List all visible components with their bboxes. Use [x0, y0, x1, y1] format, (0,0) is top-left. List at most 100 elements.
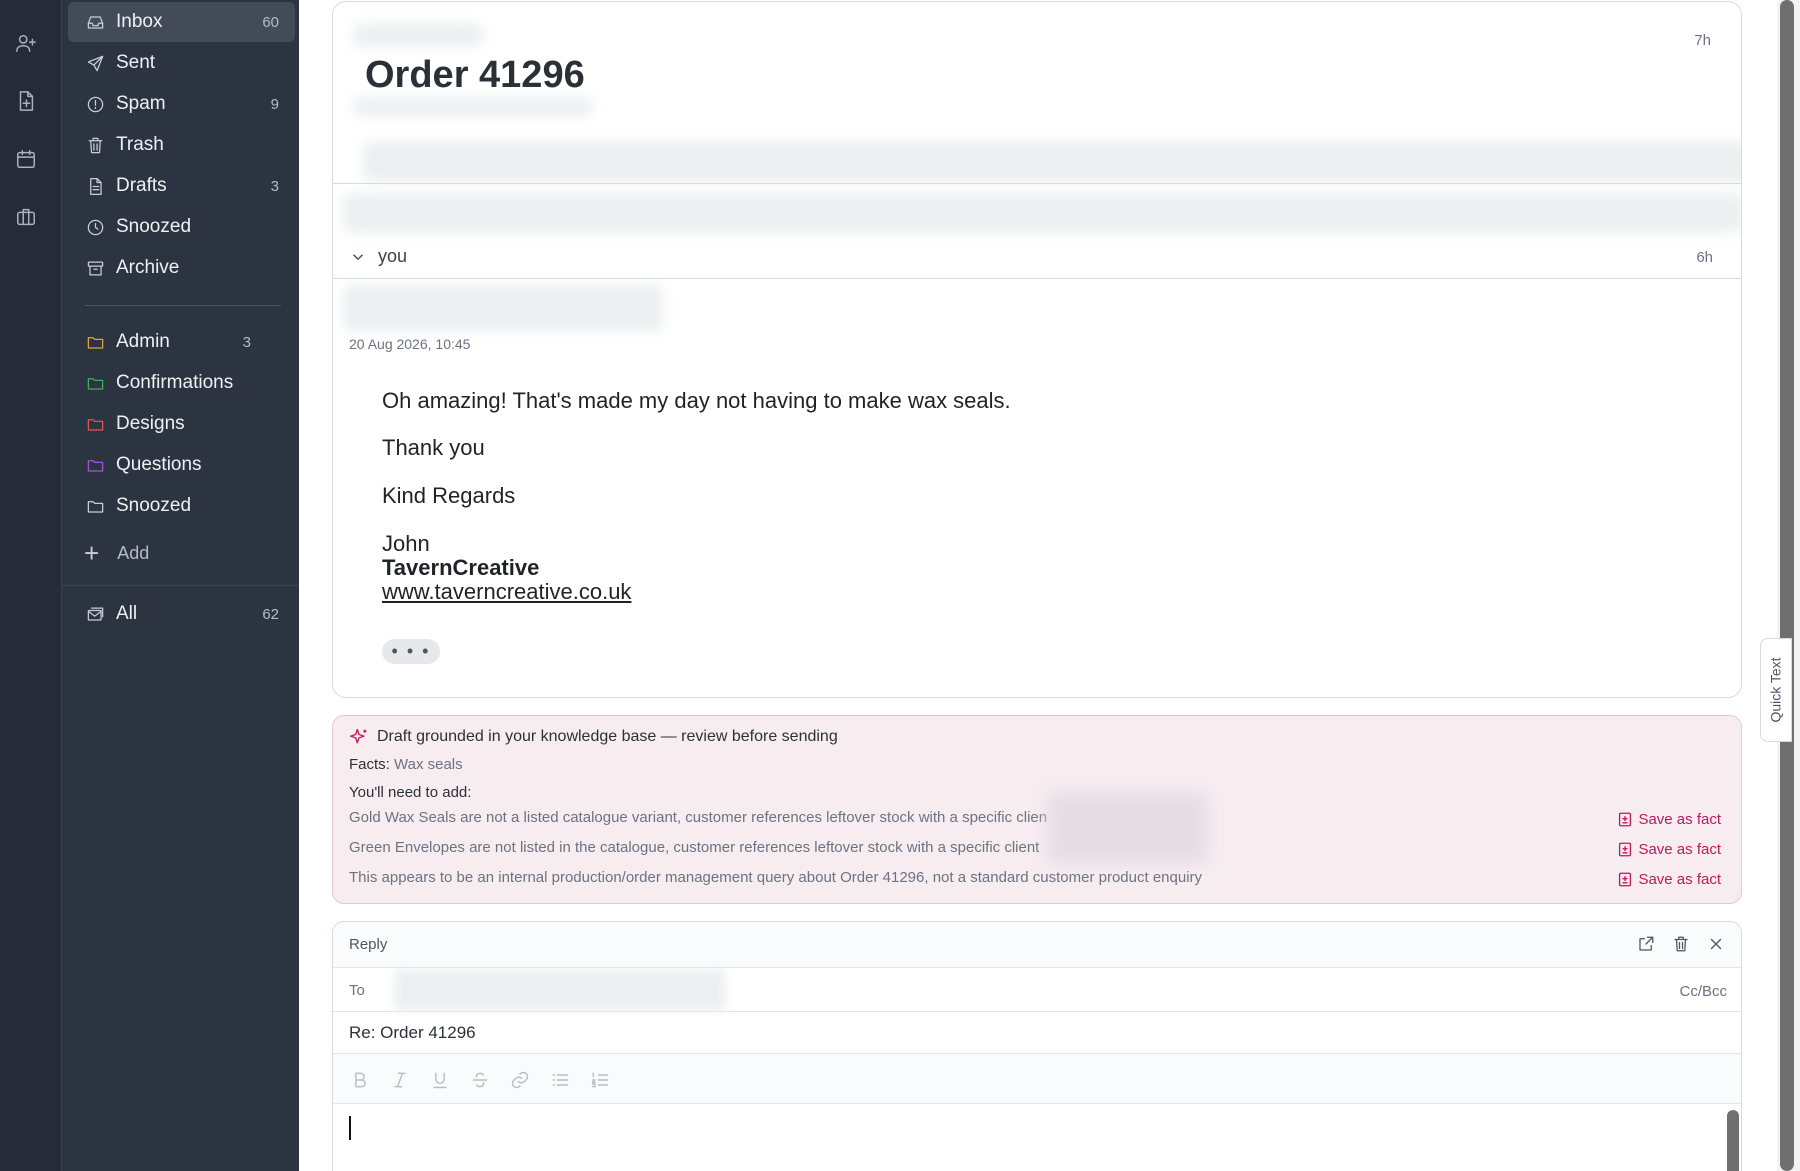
- sidebar-item-label: Spam: [116, 93, 166, 114]
- redacted-recipient: [395, 970, 725, 1010]
- sidebar-item-inbox[interactable]: Inbox 60: [68, 2, 295, 42]
- add-folder-button[interactable]: + Add: [84, 537, 149, 569]
- sidebar-item-label: Drafts: [116, 175, 167, 196]
- redacted-recipients: [353, 98, 593, 116]
- sidebar-folder-confirmations[interactable]: Confirmations: [68, 363, 295, 403]
- cc-bcc-button[interactable]: Cc/Bcc: [1679, 983, 1727, 1000]
- sidebar-item-trash[interactable]: Trash: [68, 125, 295, 165]
- archive-icon: [84, 257, 106, 279]
- kb-missing-item: Gold Wax Seals are not a listed catalogu…: [349, 809, 1048, 826]
- sidebar-item-label: Snoozed: [116, 216, 192, 237]
- numbered-list-icon[interactable]: [589, 1069, 611, 1091]
- formatting-toolbar: [333, 1054, 1741, 1104]
- save-fact-icon: [1619, 842, 1632, 857]
- kb-need-label: You'll need to add:: [349, 784, 472, 801]
- app-rail: [0, 0, 61, 1171]
- reply-composer: Reply To Cc/Bcc: [332, 921, 1742, 1171]
- document-add-icon[interactable]: [14, 89, 38, 113]
- italic-icon[interactable]: [389, 1069, 411, 1091]
- message-sender: you: [378, 246, 408, 266]
- bullet-list-icon[interactable]: [549, 1069, 571, 1091]
- underline-icon[interactable]: [429, 1069, 451, 1091]
- redacted-header: [343, 285, 663, 331]
- briefcase-icon[interactable]: [14, 205, 38, 229]
- sparkle-icon: [350, 728, 367, 744]
- message-time: 6h: [1696, 249, 1713, 266]
- sidebar-item-drafts[interactable]: Drafts 3: [68, 166, 295, 206]
- bold-icon[interactable]: [349, 1069, 371, 1091]
- save-as-fact-button[interactable]: Save as fact: [1618, 811, 1721, 828]
- show-quoted-button[interactable]: • • •: [382, 639, 440, 664]
- save-as-fact-button[interactable]: Save as fact: [1618, 871, 1721, 888]
- strikethrough-icon[interactable]: [469, 1069, 491, 1091]
- page-scrollbar-thumb[interactable]: [1780, 0, 1794, 1171]
- redacted-preview: [363, 142, 1741, 182]
- signature-link[interactable]: www.taverncreative.co.uk: [382, 579, 631, 605]
- plus-icon: +: [84, 538, 100, 568]
- send-icon: [84, 52, 106, 74]
- kb-missing-item: This appears to be an internal productio…: [349, 869, 1203, 886]
- message-body-line: Kind Regards: [382, 483, 516, 508]
- pop-out-icon[interactable]: [1637, 935, 1657, 955]
- sidebar-item-label: Admin: [116, 331, 170, 352]
- save-as-fact-label: Save as fact: [1638, 871, 1721, 888]
- folder-icon: [84, 495, 106, 517]
- redacted-client: [1047, 793, 1207, 863]
- sidebar-item-label: Sent: [116, 52, 156, 73]
- folder-icon: [84, 454, 106, 476]
- sidebar-item-label: Inbox: [116, 11, 163, 32]
- kb-heading-text: Draft grounded in your knowledge base — …: [377, 728, 838, 745]
- inbox-icon: [84, 11, 106, 33]
- all-mail-icon: [84, 603, 106, 625]
- calendar-icon[interactable]: [14, 147, 38, 171]
- redacted-preview: [343, 194, 1741, 232]
- quick-text-label: Quick Text: [1768, 657, 1785, 723]
- save-fact-icon: [1619, 872, 1632, 887]
- sidebar-divider: [62, 585, 300, 586]
- separator: [333, 278, 1741, 279]
- chevron-down-icon[interactable]: [349, 248, 367, 266]
- trash-icon[interactable]: [1672, 935, 1692, 955]
- clock-icon: [84, 216, 106, 238]
- save-as-fact-label: Save as fact: [1638, 841, 1721, 858]
- sidebar-item-spam[interactable]: Spam 9: [68, 84, 295, 124]
- subject-row: [333, 1012, 1741, 1054]
- sidebar-folder-designs[interactable]: Designs: [68, 404, 295, 444]
- sidebar-item-all[interactable]: All 62: [68, 594, 295, 634]
- sidebar-item-sent[interactable]: Sent: [68, 43, 295, 83]
- sidebar-folder-admin[interactable]: Admin 3: [68, 322, 295, 362]
- sidebar-item-label: Archive: [116, 257, 180, 278]
- quick-text-tab[interactable]: Quick Text: [1760, 638, 1792, 742]
- alert-circle-icon: [84, 93, 106, 115]
- sidebar-item-snoozed[interactable]: Snoozed: [68, 207, 295, 247]
- to-label: To: [349, 982, 365, 999]
- add-folder-label: Add: [117, 542, 150, 563]
- message-header-row[interactable]: you 6h: [333, 238, 1741, 278]
- sidebar-folder-snoozed[interactable]: Snoozed: [68, 486, 295, 526]
- sidebar-item-label: All: [116, 603, 138, 624]
- draft-icon: [84, 175, 106, 197]
- redacted-sender: [353, 24, 483, 46]
- message-thread-card: Order 41296 7h you 6h 20 Aug 2026, 10:45…: [332, 1, 1742, 698]
- sidebar-folder-questions[interactable]: Questions: [68, 445, 295, 485]
- kb-missing-item: Green Envelopes are not listed in the ca…: [349, 839, 1040, 856]
- link-icon[interactable]: [509, 1069, 531, 1091]
- unread-count: 9: [270, 95, 279, 113]
- mail-sidebar: Inbox 60 Sent Spam 9 Trash Drafts 3 Snoo…: [61, 0, 300, 1171]
- to-field[interactable]: To Cc/Bcc: [333, 968, 1741, 1012]
- subject-input[interactable]: [349, 1023, 949, 1043]
- sidebar-item-label: Snoozed: [116, 495, 192, 516]
- sidebar-item-archive[interactable]: Archive: [68, 248, 295, 288]
- unread-count: 3: [242, 333, 251, 351]
- reply-editor[interactable]: [333, 1104, 1741, 1171]
- separator: [333, 183, 1741, 184]
- save-as-fact-button[interactable]: Save as fact: [1618, 841, 1721, 858]
- sidebar-divider: [85, 305, 281, 306]
- close-icon[interactable]: [1707, 935, 1727, 955]
- kb-facts-label: Facts:: [349, 756, 390, 773]
- add-contact-icon[interactable]: [14, 31, 38, 55]
- text-caret: [349, 1116, 351, 1140]
- folder-icon: [84, 331, 106, 353]
- editor-scrollbar[interactable]: [1727, 1110, 1739, 1171]
- message-date: 20 Aug 2026, 10:45: [349, 336, 471, 352]
